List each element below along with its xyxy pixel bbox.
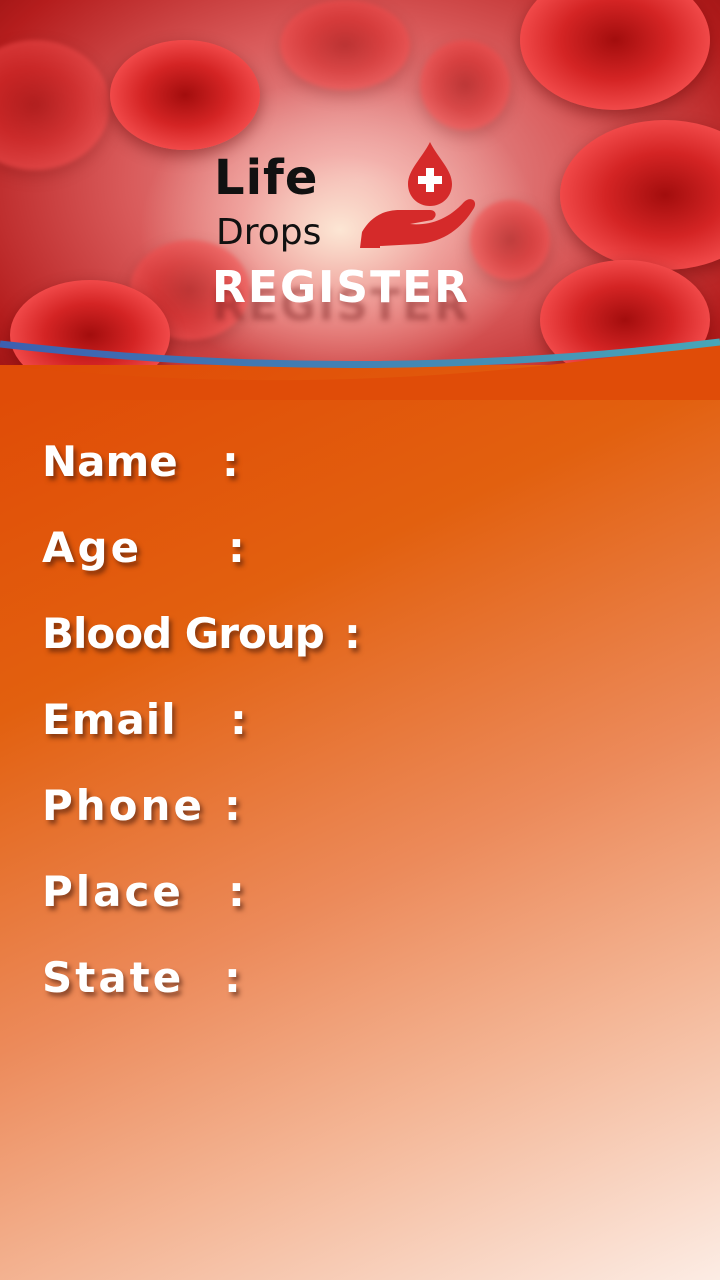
field-separator: :	[228, 867, 245, 916]
field-separator: :	[230, 695, 247, 744]
field-label-email: Email	[42, 695, 177, 744]
registration-form: Name : Age : Blood Group : Email : Phone…	[0, 365, 720, 1280]
field-label-place: Place	[42, 867, 184, 916]
blood-cell-decoration	[420, 40, 510, 130]
field-label-state: State	[42, 953, 185, 1002]
blood-cell-decoration	[560, 120, 720, 270]
blood-cell-decoration	[470, 200, 550, 280]
field-label-phone: Phone	[42, 781, 205, 830]
field-label-age: Age	[42, 523, 143, 572]
field-separator: :	[222, 437, 239, 486]
blood-cell-decoration	[280, 0, 410, 90]
blood-cell-decoration	[0, 40, 110, 170]
field-label-name: Name	[42, 437, 178, 486]
logo-text-drops: Drops	[216, 212, 322, 253]
logo-text-life: Life	[214, 150, 319, 206]
header-divider-curve	[0, 338, 720, 400]
field-separator: :	[344, 609, 361, 658]
blood-cell-decoration	[520, 0, 710, 110]
blood-drop-hand-icon	[360, 142, 476, 248]
field-separator: :	[224, 953, 241, 1002]
blood-cell-decoration	[110, 40, 260, 150]
field-separator: :	[228, 523, 245, 572]
page-title: REGISTER	[212, 262, 471, 313]
field-label-blood-group: Blood Group	[42, 609, 325, 658]
field-separator: :	[224, 781, 241, 830]
header-image: Life Drops REGISTER	[0, 0, 720, 380]
